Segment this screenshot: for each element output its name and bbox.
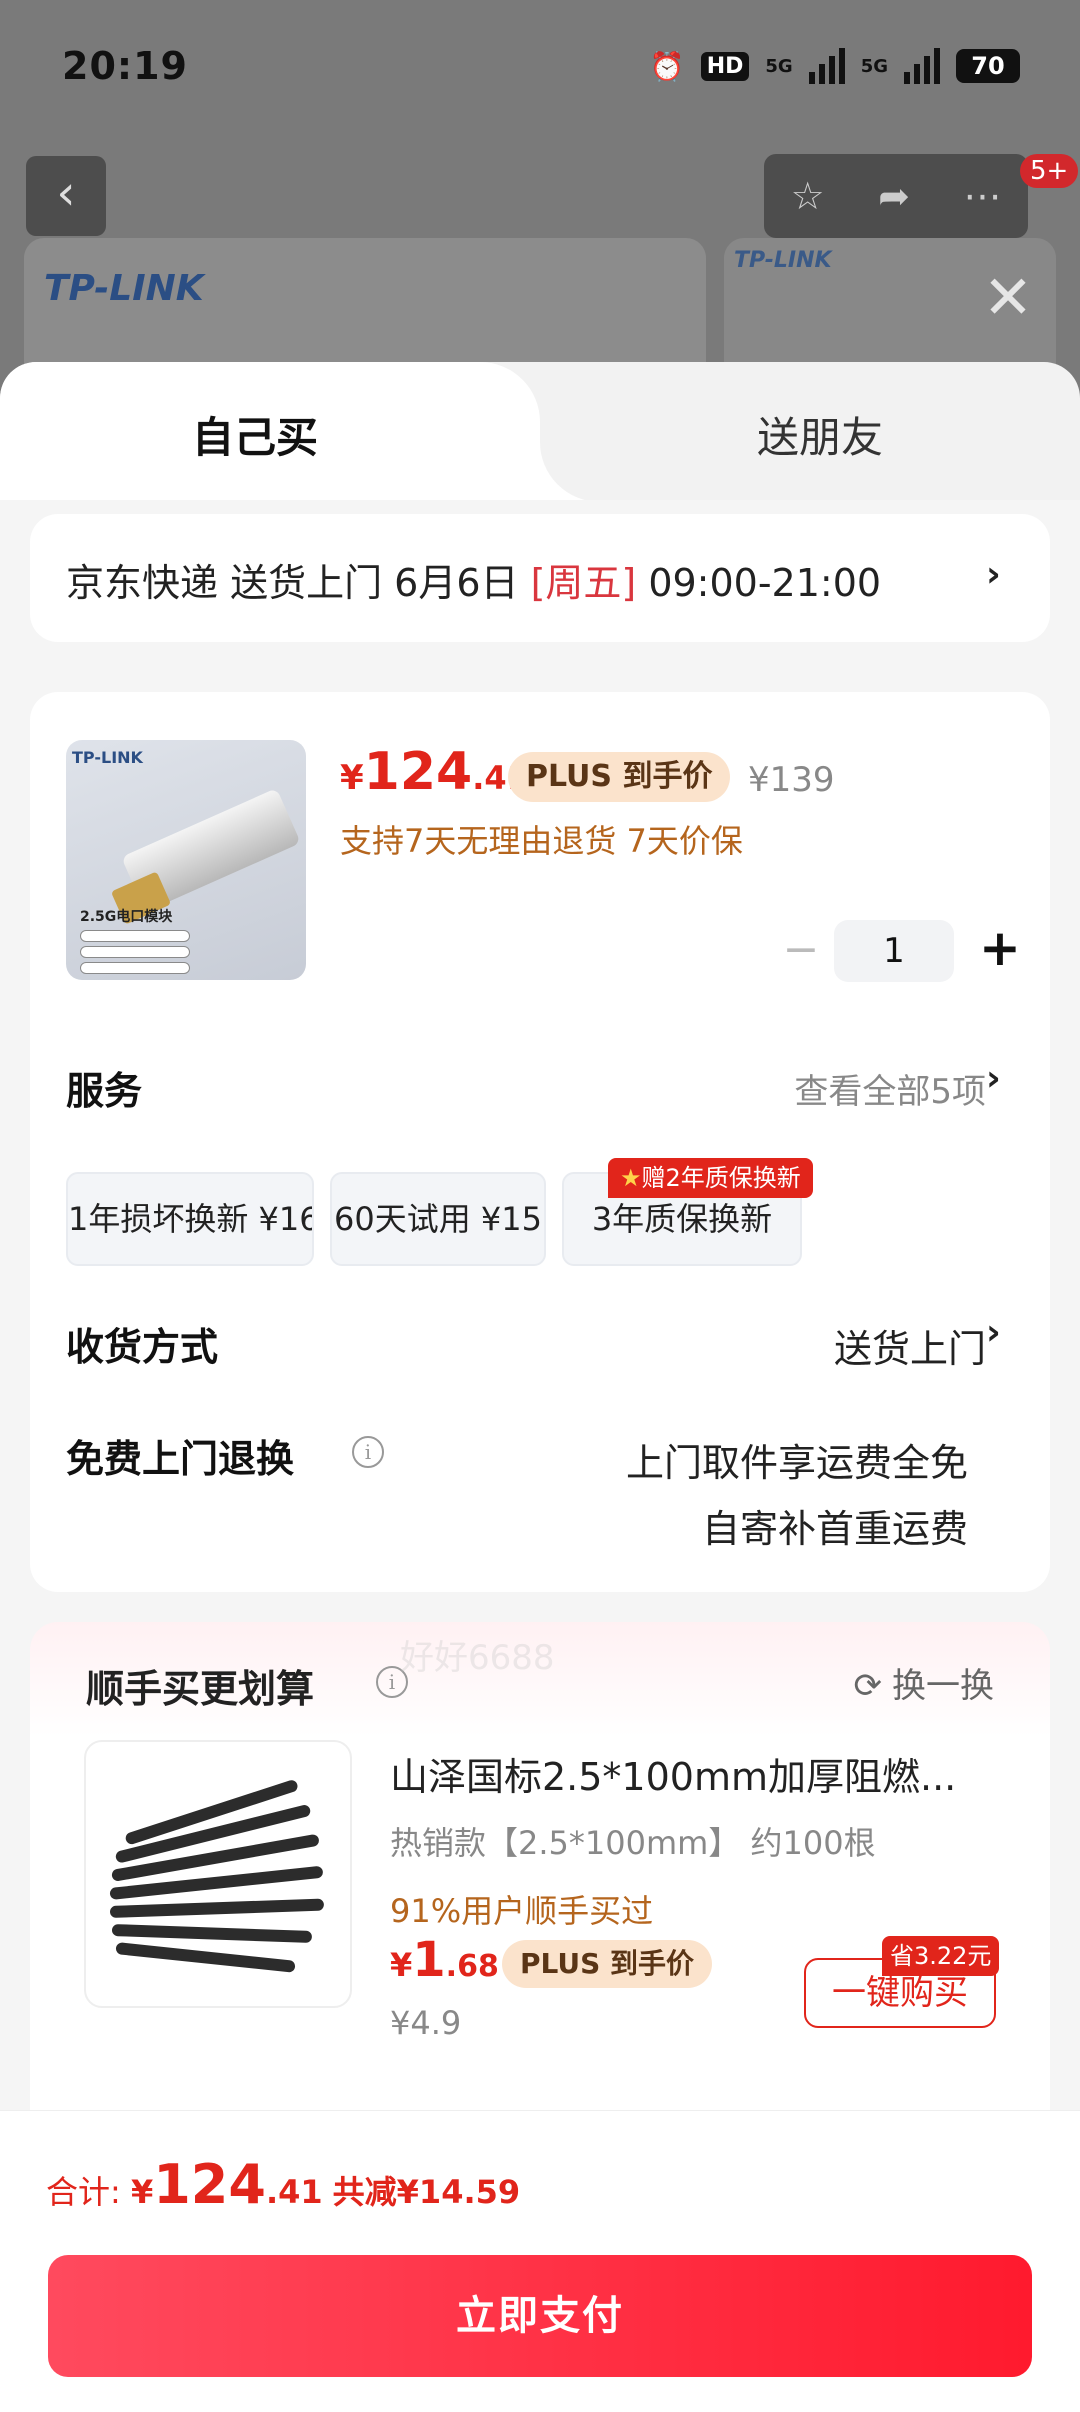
more-icon[interactable]: ⋯ (963, 174, 1001, 218)
brand-logo: TP-LINK (44, 268, 204, 309)
free-return-title: 免费上门退换 (66, 1437, 295, 1481)
watermark: 好好6688 (400, 1638, 555, 1678)
recommend-image[interactable] (84, 1740, 352, 2008)
product-image: TP-LINK 2.5G电口模块 (66, 740, 306, 980)
chevron-left-icon: ‹ (56, 165, 76, 221)
back-button[interactable]: ‹ (26, 156, 106, 236)
brand-logo-small: TP-LINK (734, 248, 832, 273)
signal-icon-2 (904, 48, 940, 84)
swap-button[interactable]: ⟳ 换一换 (854, 1658, 995, 1707)
delivery-info: 京东快递 送货上门 6月6日 [周五] 09:00-21:00 (66, 561, 882, 605)
star-icon[interactable]: ☆ (791, 174, 825, 218)
chevron-right-icon: › (986, 554, 1001, 595)
recommend-card: 顺手买更划算 i ⟳ 换一换 山泽国标2.5*100mm加厚阻燃... 热销款【2… (30, 1622, 1050, 2142)
recommend-name[interactable]: 山泽国标2.5*100mm加厚阻燃... (390, 1746, 1010, 1801)
chevron-right-icon: › (986, 1058, 1001, 1099)
recommend-price: ¥1.68 (390, 1932, 499, 1988)
product-card: TP-LINK 2.5G电口模块 ¥124.41 PLUS 到手价 ¥139 支… (30, 692, 1050, 1592)
status-icons: ⏰ HD 5G 5G 70 (650, 48, 1020, 84)
signal-icon (808, 48, 845, 84)
service-chip[interactable]: 1年损坏换新 ¥16 (66, 1172, 314, 1266)
star-icon: ★ (620, 1164, 642, 1192)
tab-gift[interactable]: 送朋友 (560, 404, 1080, 465)
service-gift-badge: ★赠2年质保换新 (608, 1158, 813, 1198)
service-chip[interactable]: 60天试用 ¥15 (330, 1172, 546, 1266)
recommend-spec: 热销款【2.5*100mm】 约100根 (390, 1824, 876, 1862)
original-price: ¥139 (748, 760, 835, 800)
status-time: 20:19 (62, 44, 188, 88)
hd-icon: HD (700, 51, 750, 81)
services-title: 服务 (66, 1069, 143, 1113)
receive-method[interactable]: 送货上门 (834, 1318, 986, 1373)
quantity-input[interactable]: 1 (834, 920, 954, 982)
checkout-sheet: 自己买 送朋友 京东快递 送货上门 6月6日 [周五] 09:00-21:00 … (0, 362, 1080, 2412)
delivery-weekday: [周五] (530, 561, 637, 605)
recommend-title: 顺手买更划算 (86, 1667, 315, 1711)
share-icon[interactable]: ➦ (878, 174, 910, 218)
info-icon[interactable]: i (352, 1436, 384, 1468)
total-price: 合计: ¥124.41 共减¥14.59 (46, 2153, 521, 2216)
net-label-2: 5G (860, 55, 888, 77)
chevron-right-icon: › (986, 1312, 1001, 1353)
save-tag: 省3.22元 (882, 1936, 1000, 1976)
guarantee-text: 支持7天无理由退货 7天价保 (340, 822, 743, 860)
services-row: 1年损坏换新 ¥16 60天试用 ¥15 3年质保换新 (66, 1166, 1050, 1266)
receive-title: 收货方式 (66, 1325, 219, 1369)
battery-icon: 70 (956, 49, 1020, 83)
top-actions: ☆ ➦ ⋯ (764, 154, 1028, 238)
pay-now-button[interactable]: 立即支付 (48, 2255, 1032, 2377)
quantity-plus-button[interactable]: + (972, 922, 1028, 978)
net-label-1: 5G (765, 55, 793, 77)
product-price: ¥124.41 (340, 742, 529, 802)
services-view-all[interactable]: 查看全部5项 (794, 1064, 986, 1113)
free-return-desc: 上门取件享运费全免 自寄补首重运费 (625, 1441, 968, 1551)
alarm-icon: ⏰ (649, 49, 685, 83)
delivery-row[interactable]: 京东快递 送货上门 6月6日 [周五] 09:00-21:00 › (30, 514, 1050, 642)
close-icon[interactable]: ✕ (978, 268, 1038, 328)
status-bar: 20:19 ⏰ HD 5G 5G 70 (0, 0, 1080, 140)
recommend-plus-tag: PLUS 到手价 (502, 1940, 713, 1988)
plus-price-tag: PLUS 到手价 (508, 752, 731, 802)
recommend-bought: 91%用户顺手买过 (390, 1892, 654, 1930)
refresh-icon: ⟳ (853, 1666, 883, 1706)
quantity-minus-button[interactable]: − (776, 928, 826, 978)
message-badge: 5+ (1020, 154, 1079, 188)
recommend-original-price: ¥4.9 (390, 2004, 462, 2042)
tab-self-buy-label[interactable]: 自己买 (0, 404, 510, 465)
background-page: 20:19 ⏰ HD 5G 5G 70 ‹ ☆ ➦ ⋯ 5+ TP-LINK T… (0, 0, 1080, 438)
checkout-footer: 合计: ¥124.41 共减¥14.59 立即支付 (0, 2110, 1080, 2412)
total-saved: 共减¥14.59 (332, 2173, 521, 2211)
